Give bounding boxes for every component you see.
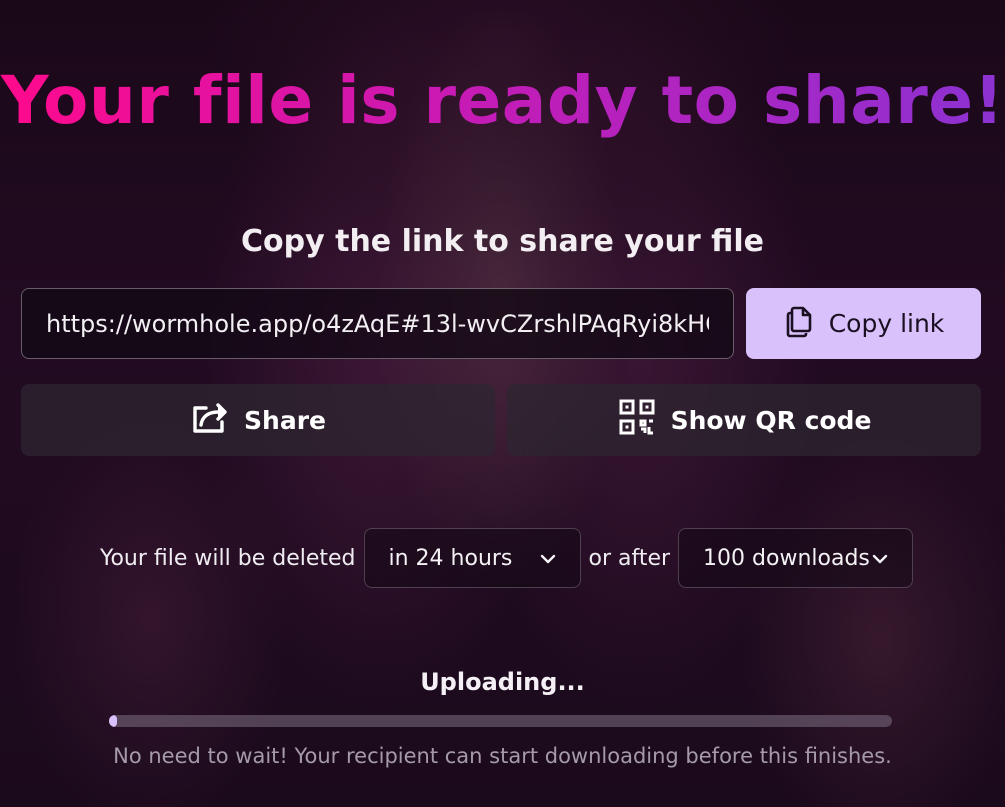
expiry-downloads-value: 100 downloads [703, 545, 870, 571]
copy-link-label: Copy link [828, 309, 945, 338]
upload-note: No need to wait! Your recipient can star… [113, 744, 892, 768]
expiry-middle: or after [588, 545, 671, 571]
show-qr-code-button[interactable]: Show QR code [507, 384, 981, 456]
share-button[interactable]: Share [21, 384, 495, 456]
expiry-prefix: Your file will be deleted [99, 545, 356, 571]
upload-progress-bar [109, 715, 892, 727]
copy-link-button[interactable]: Copy link [746, 288, 981, 359]
qr-code-icon [617, 398, 657, 442]
share-page: Your file is ready to share! Copy the li… [0, 0, 1005, 807]
page-subtitle: Copy the link to share your file [241, 224, 764, 259]
page-title: Your file is ready to share! [0, 58, 1005, 144]
expiry-time-select[interactable]: in 24 hours [363, 528, 581, 588]
chevron-down-icon [540, 546, 556, 571]
chevron-down-icon [872, 546, 888, 571]
share-icon [190, 398, 230, 442]
expiry-time-value: in 24 hours [388, 545, 513, 571]
copy-icon [783, 304, 815, 344]
share-label: Share [244, 405, 326, 435]
expiry-settings: Your file will be deleted in 24 hours or… [0, 528, 1005, 588]
show-qr-code-label: Show QR code [670, 405, 872, 435]
expiry-downloads-select[interactable]: 100 downloads [678, 528, 914, 588]
upload-progress-fill [109, 715, 117, 727]
upload-status: Uploading... [420, 668, 585, 696]
share-link-input[interactable] [21, 288, 734, 359]
